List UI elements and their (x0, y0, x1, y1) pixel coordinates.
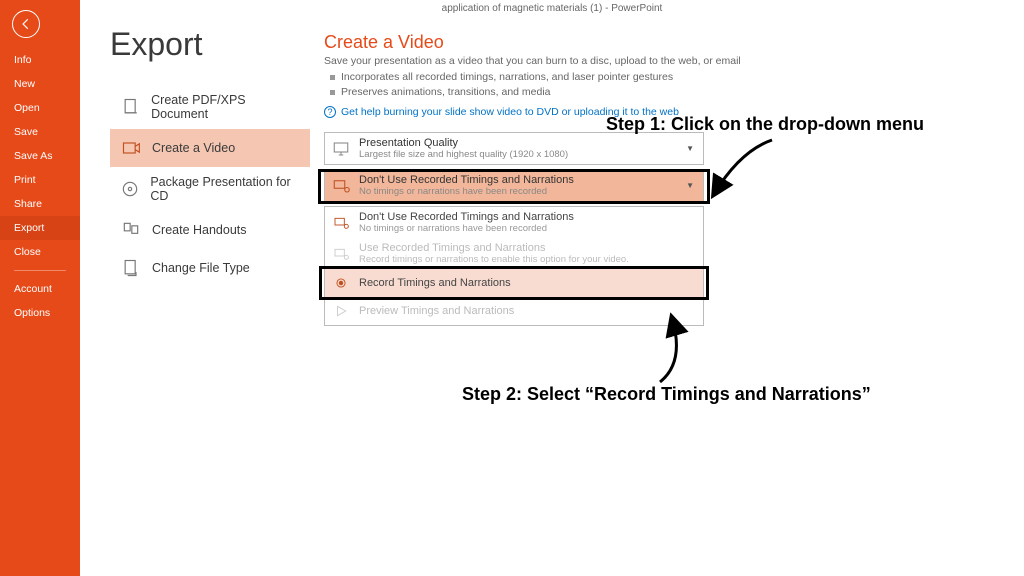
export-option-change-file-type[interactable]: Change File Type (110, 249, 310, 287)
help-link[interactable]: ? Get help burning your slide show video… (324, 106, 1024, 118)
create-video-detail: Create a Video Save your presentation as… (310, 26, 1024, 576)
chevron-down-icon: ▼ (686, 144, 697, 153)
video-settings: Presentation Quality Largest file size a… (324, 132, 704, 326)
monitor-icon (331, 139, 351, 159)
timings-icon (331, 244, 351, 264)
export-option-pdf-xps[interactable]: Create PDF/XPS Document (110, 85, 310, 129)
nav-export[interactable]: Export (0, 216, 80, 240)
record-icon (331, 273, 351, 293)
opt-title: Don't Use Recorded Timings and Narration… (359, 211, 697, 223)
chevron-down-icon: ▼ (686, 181, 697, 190)
opt-title: Use Recorded Timings and Narrations (359, 242, 697, 254)
nav-close[interactable]: Close (0, 240, 80, 264)
help-link-text: Get help burning your slide show video t… (341, 106, 679, 118)
nav-divider (14, 270, 66, 271)
nav-new[interactable]: New (0, 72, 80, 96)
opt-sub: No timings or narrations have been recor… (359, 223, 697, 234)
timings-dropdown-menu: Don't Use Recorded Timings and Narration… (324, 206, 704, 326)
nav-save[interactable]: Save (0, 120, 80, 144)
export-option-package-cd[interactable]: Package Presentation for CD (110, 167, 310, 211)
cd-icon (120, 178, 140, 200)
opt-title: Preview Timings and Narrations (359, 305, 697, 317)
bullet-item: Preserves animations, transitions, and m… (330, 86, 1024, 98)
preview-icon (331, 301, 351, 321)
back-button[interactable] (12, 10, 40, 38)
option-label: Create PDF/XPS Document (151, 93, 300, 121)
nav-options[interactable]: Options (0, 301, 80, 325)
menu-opt-use-timings: Use Recorded Timings and Narrations Reco… (325, 238, 703, 269)
menu-opt-dont-use-timings[interactable]: Don't Use Recorded Timings and Narration… (325, 207, 703, 238)
timings-dropdown[interactable]: Don't Use Recorded Timings and Narration… (324, 169, 704, 202)
video-icon (120, 137, 142, 159)
bullet-item: Incorporates all recorded timings, narra… (330, 71, 1024, 83)
nav-info[interactable]: Info (0, 48, 80, 72)
export-options-list: Create PDF/XPS Document Create a Video P… (110, 85, 310, 287)
detail-bullets: Incorporates all recorded timings, narra… (330, 71, 1024, 98)
opt-sub: Record timings or narrations to enable t… (359, 254, 697, 265)
timings-title: Don't Use Recorded Timings and Narration… (359, 174, 678, 186)
detail-heading: Create a Video (324, 32, 1024, 53)
menu-opt-record-timings[interactable]: Record Timings and Narrations (325, 269, 703, 297)
export-option-handouts[interactable]: Create Handouts (110, 211, 310, 249)
pdf-icon (120, 96, 141, 118)
quality-dropdown[interactable]: Presentation Quality Largest file size a… (324, 132, 704, 165)
quality-title: Presentation Quality (359, 137, 678, 149)
nav-share[interactable]: Share (0, 192, 80, 216)
export-option-create-video[interactable]: Create a Video (110, 129, 310, 167)
opt-title: Record Timings and Narrations (359, 277, 697, 289)
window-title: application of magnetic materials (1) - … (80, 0, 1024, 18)
nav-save-as[interactable]: Save As (0, 144, 80, 168)
filetype-icon (120, 257, 142, 279)
page-title: Export (110, 26, 310, 63)
timings-icon (331, 176, 351, 196)
nav-open[interactable]: Open (0, 96, 80, 120)
quality-sub: Largest file size and highest quality (1… (359, 149, 678, 160)
option-label: Change File Type (152, 261, 250, 275)
option-label: Package Presentation for CD (150, 175, 300, 203)
backstage-sidebar: Info New Open Save Save As Print Share E… (0, 0, 80, 576)
menu-opt-preview-timings: Preview Timings and Narrations (325, 297, 703, 325)
handout-icon (120, 219, 142, 241)
timings-icon (331, 213, 351, 233)
nav-account[interactable]: Account (0, 277, 80, 301)
export-panel: Export Create PDF/XPS Document Create a … (80, 0, 1024, 576)
nav-print[interactable]: Print (0, 168, 80, 192)
option-label: Create a Video (152, 141, 235, 155)
option-label: Create Handouts (152, 223, 247, 237)
detail-subtitle: Save your presentation as a video that y… (324, 55, 1024, 67)
help-icon: ? (324, 106, 336, 118)
timings-sub: No timings or narrations have been recor… (359, 186, 678, 197)
